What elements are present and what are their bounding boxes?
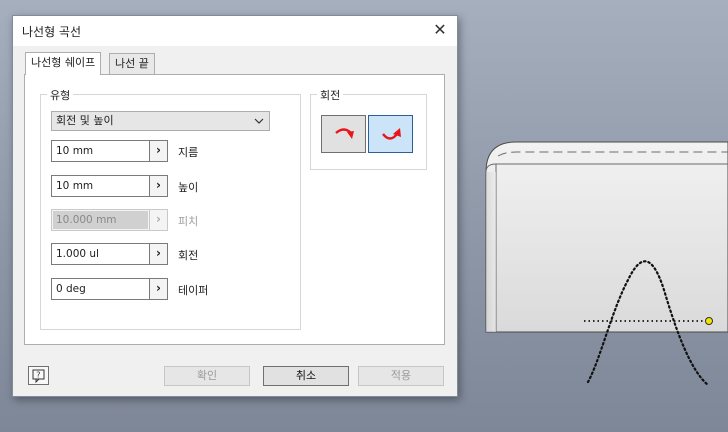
diameter-value: 10 mm: [56, 145, 94, 157]
counterclockwise-arrow-icon: [382, 128, 401, 140]
type-select[interactable]: 회전 및 높이: [51, 111, 270, 131]
revolution-label: 회전: [178, 249, 199, 262]
diameter-field[interactable]: 10 mm ›: [51, 140, 168, 162]
dialog-title: 나선형 곡선: [22, 25, 82, 39]
pitch-value: 10.000 mm: [53, 211, 148, 229]
pitch-field: 10.000 mm ›: [51, 209, 168, 231]
chevron-right-icon[interactable]: ›: [149, 141, 167, 161]
diameter-label: 지름: [178, 146, 199, 159]
rotation-group-label: 회전: [317, 87, 344, 103]
helix-curve-dialog: 나선형 곡선 ✕ 나선형 쉐이프 나선 끝 유형 회전 및 높이 10 mm ›…: [12, 15, 458, 397]
help-button[interactable]: ?: [28, 366, 49, 385]
type-group: 유형 회전 및 높이 10 mm › 지름 10 mm › 높이 10.000 …: [40, 87, 301, 330]
type-select-value: 회전 및 높이: [56, 114, 114, 127]
close-icon[interactable]: ✕: [431, 21, 449, 39]
chevron-down-icon: [254, 118, 264, 124]
chevron-right-icon[interactable]: ›: [149, 279, 167, 299]
help-icon: ?: [32, 369, 45, 383]
revolution-field[interactable]: 1.000 ul ›: [51, 243, 168, 265]
height-label: 높이: [178, 181, 199, 194]
tab-helix-shape[interactable]: 나선형 쉐이프: [25, 52, 102, 75]
title-bar[interactable]: 나선형 곡선 ✕: [13, 16, 457, 46]
height-field[interactable]: 10 mm ›: [51, 175, 168, 197]
height-value: 10 mm: [56, 180, 94, 192]
svg-text:?: ?: [36, 371, 40, 380]
type-group-label: 유형: [47, 87, 74, 103]
taper-value: 0 deg: [56, 283, 86, 295]
clockwise-rotation-button[interactable]: [321, 115, 366, 153]
taper-label: 테이퍼: [178, 284, 209, 297]
pitch-label: 피치: [178, 215, 199, 228]
counterclockwise-rotation-button[interactable]: [368, 115, 413, 153]
sketch-point[interactable]: [705, 317, 713, 325]
taper-field[interactable]: 0 deg ›: [51, 278, 168, 300]
clockwise-arrow-icon: [335, 128, 354, 139]
cancel-button[interactable]: 취소: [263, 366, 349, 386]
chevron-right-icon[interactable]: ›: [149, 244, 167, 264]
ok-button[interactable]: 확인: [164, 366, 250, 386]
chevron-right-icon[interactable]: ›: [149, 176, 167, 196]
tab-panel: 유형 회전 및 높이 10 mm › 지름 10 mm › 높이 10.000 …: [24, 74, 445, 345]
tab-helix-end[interactable]: 나선 끝: [109, 53, 155, 74]
part-body[interactable]: [485, 141, 728, 333]
apply-button[interactable]: 적용: [358, 366, 444, 386]
revolution-value: 1.000 ul: [56, 248, 99, 260]
chevron-right-icon: ›: [149, 210, 167, 230]
rotation-group: 회전: [310, 87, 427, 170]
